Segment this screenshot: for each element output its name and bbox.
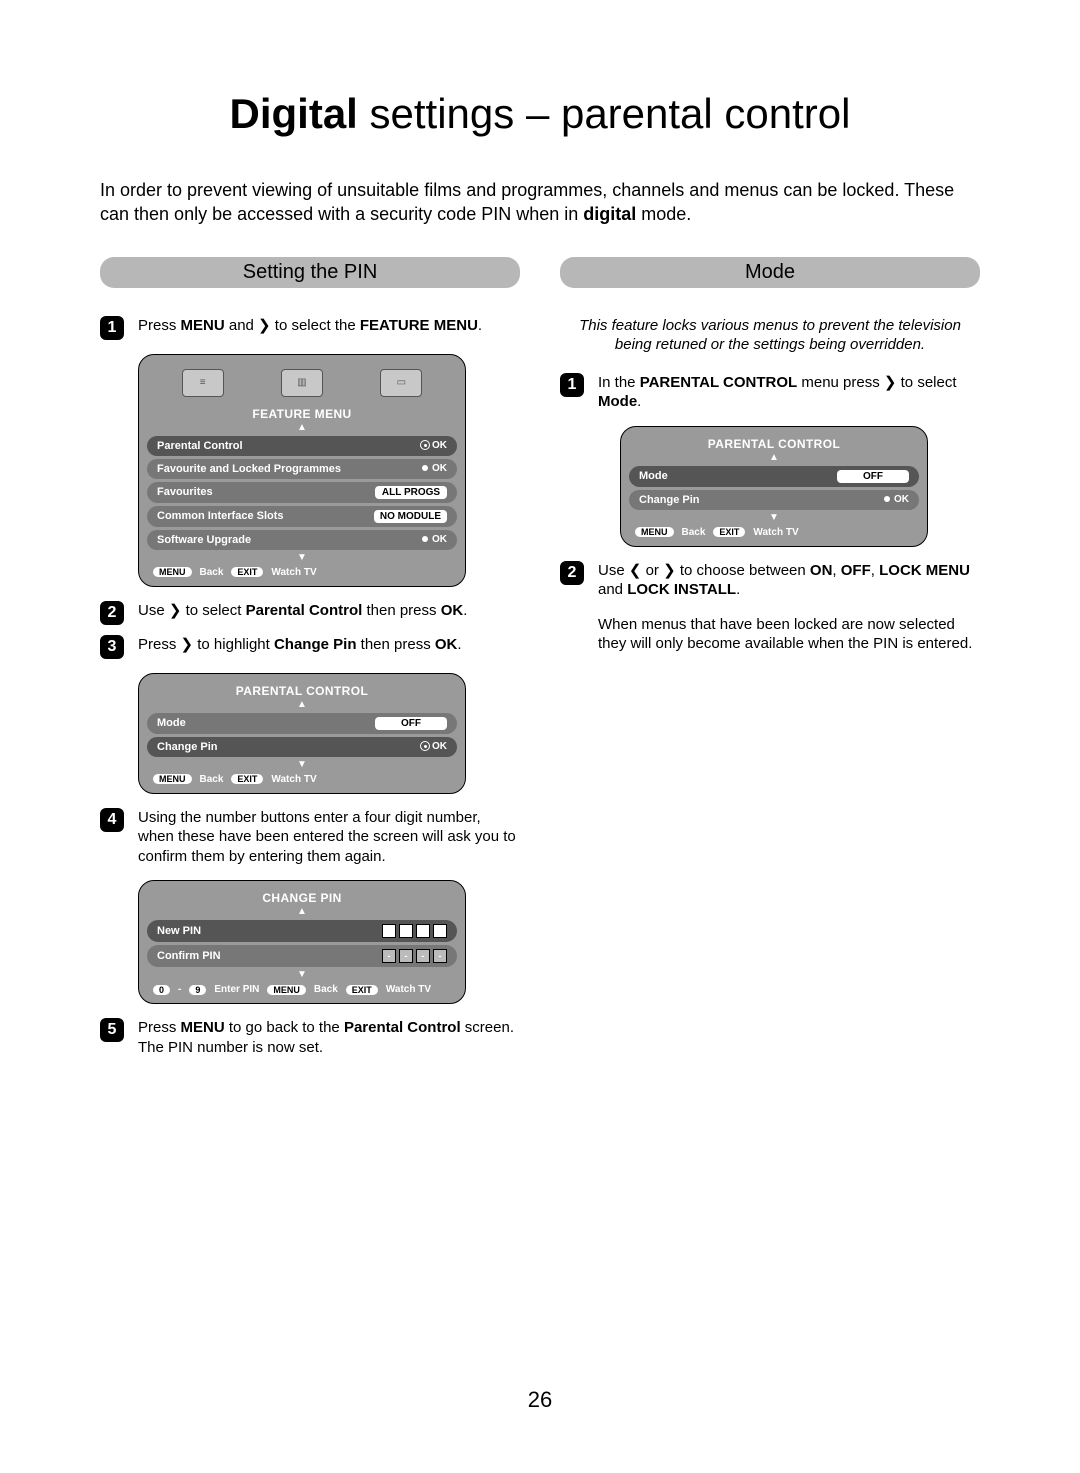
menu-row-ci-slots: Common Interface SlotsNO MODULE xyxy=(147,506,457,527)
exit-pill: EXIT xyxy=(231,774,263,784)
panel-title: CHANGE PIN xyxy=(147,891,457,905)
panel-title: FEATURE MENU xyxy=(147,407,457,421)
title-rest: settings – parental control xyxy=(358,90,851,137)
step-number-icon: 1 xyxy=(560,373,584,397)
arrow-down-icon: ▼ xyxy=(147,553,457,563)
arrow-up-icon: ▲ xyxy=(147,423,457,433)
arrow-up-icon: ▲ xyxy=(629,453,919,463)
step-number-icon: 5 xyxy=(100,1018,124,1042)
menu-row-change-pin: Change PinOK xyxy=(147,737,457,757)
dot-icon xyxy=(422,536,428,542)
col-left: Setting the PIN 1 Press MENU and ❯ to se… xyxy=(100,257,520,1068)
step-4: 4 Using the number buttons enter a four … xyxy=(100,808,520,867)
arrow-down-icon: ▼ xyxy=(147,970,457,980)
mode-step-2: 2 Use ❮ or ❯ to choose between ON, OFF, … xyxy=(560,561,980,600)
step-number-icon: 1 xyxy=(100,316,124,340)
step-5: 5 Press MENU to go back to the Parental … xyxy=(100,1018,520,1057)
pin-boxes: * * * * xyxy=(382,924,447,938)
tv-parental-control-panel-2: PARENTAL CONTROL ▲ ModeOFF Change PinOK … xyxy=(620,426,928,547)
exit-pill: EXIT xyxy=(346,985,378,995)
panel-iconbar: ≡ ▥ ▭ xyxy=(147,365,457,407)
step-2-text: Use ❯ to select Parental Control then pr… xyxy=(138,601,467,621)
mode-intro: This feature locks various menus to prev… xyxy=(560,316,980,355)
menu-pill: MENU xyxy=(153,774,192,784)
step-2: 2 Use ❯ to select Parental Control then … xyxy=(100,601,520,625)
nav-ring-icon xyxy=(420,741,430,751)
page-title: Digital settings – parental control xyxy=(100,90,980,138)
menu-row-fav-locked: Favourite and Locked ProgrammesOK xyxy=(147,459,457,479)
mode-step-1: 1 In the PARENTAL CONTROL menu press ❯ t… xyxy=(560,373,980,412)
menu-row-change-pin: Change PinOK xyxy=(629,490,919,510)
hint-bar: MENUBack EXITWatch TV xyxy=(147,770,457,787)
menu-row-sw-upgrade: Software UpgradeOK xyxy=(147,530,457,550)
tv-parental-control-panel: PARENTAL CONTROL ▲ ModeOFF Change PinOK … xyxy=(138,673,466,794)
columns: Setting the PIN 1 Press MENU and ❯ to se… xyxy=(100,257,980,1068)
step-number-icon: 2 xyxy=(560,561,584,585)
section-mode: Mode xyxy=(560,257,980,288)
dot-icon xyxy=(422,465,428,471)
section-setting-pin: Setting the PIN xyxy=(100,257,520,288)
zero-pill: 0 xyxy=(153,985,170,995)
mode-step-1-text: In the PARENTAL CONTROL menu press ❯ to … xyxy=(598,373,980,412)
antenna-icon: ≡ xyxy=(182,369,224,397)
tv-icon: ▭ xyxy=(380,369,422,397)
hint-bar: 0-9Enter PIN MENUBack EXITWatch TV xyxy=(147,980,457,997)
page-number: 26 xyxy=(0,1387,1080,1413)
exit-pill: EXIT xyxy=(713,527,745,537)
menu-row-new-pin: New PIN * * * * xyxy=(147,920,457,942)
menu-row-confirm-pin: Confirm PIN - - - - xyxy=(147,945,457,967)
step-number-icon: 3 xyxy=(100,635,124,659)
panel-title: PARENTAL CONTROL xyxy=(629,437,919,451)
step-number-icon: 2 xyxy=(100,601,124,625)
manual-page: Digital settings – parental control In o… xyxy=(0,0,1080,1107)
intro-text: In order to prevent viewing of unsuitabl… xyxy=(100,178,980,227)
step-3: 3 Press ❯ to highlight Change Pin then p… xyxy=(100,635,520,659)
step-5-text: Press MENU to go back to the Parental Co… xyxy=(138,1018,520,1057)
step-3-text: Press ❯ to highlight Change Pin then pre… xyxy=(138,635,462,655)
menu-row-mode: ModeOFF xyxy=(147,713,457,734)
step-1: 1 Press MENU and ❯ to select the FEATURE… xyxy=(100,316,520,340)
menu-row-favourites: FavouritesALL PROGS xyxy=(147,482,457,503)
arrow-up-icon: ▲ xyxy=(147,700,457,710)
col-right: Mode This feature locks various menus to… xyxy=(560,257,980,1068)
menu-pill: MENU xyxy=(267,985,306,995)
menu-row-mode: ModeOFF xyxy=(629,466,919,487)
menu-pill: MENU xyxy=(153,567,192,577)
mode-step-2-text: Use ❮ or ❯ to choose between ON, OFF, LO… xyxy=(598,561,980,600)
pin-boxes: - - - - xyxy=(382,949,447,963)
arrow-down-icon: ▼ xyxy=(147,760,457,770)
step-4-text: Using the number buttons enter a four di… xyxy=(138,808,520,867)
tv-change-pin-panel: CHANGE PIN ▲ New PIN * * * * Confirm PIN… xyxy=(138,880,466,1004)
hint-bar: MENUBack EXITWatch TV xyxy=(147,563,457,580)
step-1-text: Press MENU and ❯ to select the FEATURE M… xyxy=(138,316,482,336)
tv-feature-menu-panel: ≡ ▥ ▭ FEATURE MENU ▲ Parental ControlOK … xyxy=(138,354,466,587)
feature-icon: ▥ xyxy=(281,369,323,397)
nine-pill: 9 xyxy=(189,985,206,995)
intro-bold: digital xyxy=(583,204,636,224)
title-bold: Digital xyxy=(230,90,358,137)
arrow-down-icon: ▼ xyxy=(629,513,919,523)
step-number-icon: 4 xyxy=(100,808,124,832)
nav-ring-icon xyxy=(420,440,430,450)
hint-bar: MENUBack EXITWatch TV xyxy=(629,523,919,540)
arrow-up-icon: ▲ xyxy=(147,907,457,917)
intro-part: mode. xyxy=(636,204,691,224)
panel-title: PARENTAL CONTROL xyxy=(147,684,457,698)
dot-icon xyxy=(884,496,890,502)
menu-row-parental-control: Parental ControlOK xyxy=(147,436,457,456)
menu-pill: MENU xyxy=(635,527,674,537)
exit-pill: EXIT xyxy=(231,567,263,577)
mode-note: When menus that have been locked are now… xyxy=(598,615,980,654)
intro-part: In order to prevent viewing of unsuitabl… xyxy=(100,180,954,224)
